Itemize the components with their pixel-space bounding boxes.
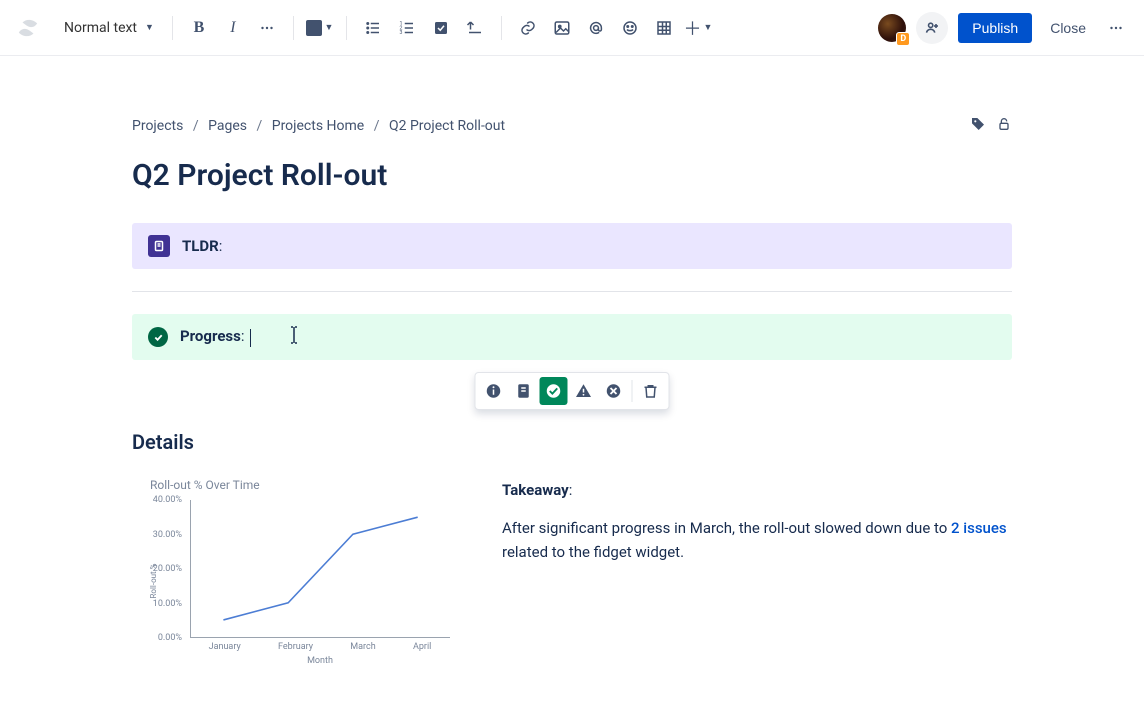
chart-y-tick: 30.00% xyxy=(146,530,182,540)
success-panel[interactable]: Progress: xyxy=(132,314,1012,360)
horizontal-rule xyxy=(132,291,1012,292)
text-style-label: Normal text xyxy=(64,20,137,36)
takeaway-text[interactable]: Takeaway: After significant progress in … xyxy=(502,464,1012,579)
separator xyxy=(293,16,294,40)
chart-y-tick: 20.00% xyxy=(146,564,182,574)
panel-type-note-button[interactable] xyxy=(510,377,538,405)
note-panel[interactable]: TLDR: xyxy=(132,223,1012,269)
chart[interactable]: Roll-out % Over Time Roll-out % JanuaryF… xyxy=(132,464,462,670)
restrictions-icon[interactable] xyxy=(996,116,1012,136)
separator xyxy=(346,16,347,40)
breadcrumb-item[interactable]: Pages xyxy=(208,118,247,134)
table-button[interactable] xyxy=(648,12,680,44)
panel-delete-button[interactable] xyxy=(637,377,665,405)
panel-type-info-button[interactable] xyxy=(480,377,508,405)
text-color-button[interactable]: ▼ xyxy=(304,12,336,44)
avatar-badge: D xyxy=(896,32,910,46)
separator xyxy=(501,16,502,40)
invite-button[interactable] xyxy=(916,12,948,44)
issues-link[interactable]: 2 issues xyxy=(951,519,1007,537)
more-formatting-button[interactable] xyxy=(251,12,283,44)
mention-button[interactable] xyxy=(580,12,612,44)
chart-y-tick: 40.00% xyxy=(146,495,182,505)
svg-text:3: 3 xyxy=(399,30,402,36)
breadcrumb: Projects / Pages / Projects Home / Q2 Pr… xyxy=(132,118,970,134)
emoji-button[interactable] xyxy=(614,12,646,44)
details-heading[interactable]: Details xyxy=(132,430,1012,454)
bullet-list-button[interactable] xyxy=(357,12,389,44)
breadcrumb-item[interactable]: Projects xyxy=(132,118,183,134)
panel-type-error-button[interactable] xyxy=(600,377,628,405)
breadcrumb-item[interactable]: Projects Home xyxy=(272,118,364,134)
indent-button[interactable] xyxy=(459,12,491,44)
chevron-down-icon: ▼ xyxy=(324,22,333,33)
page-title[interactable]: Q2 Project Roll-out xyxy=(132,158,1012,193)
insert-menu-button[interactable]: ＋ ▼ xyxy=(682,12,714,44)
user-avatar[interactable]: D xyxy=(878,14,906,42)
text-cursor-icon xyxy=(289,326,299,348)
bold-button[interactable]: B xyxy=(183,12,215,44)
italic-button[interactable]: I xyxy=(217,12,249,44)
page-content: Projects / Pages / Projects Home / Q2 Pr… xyxy=(112,56,1032,710)
color-swatch-icon xyxy=(306,20,322,36)
publish-button[interactable]: Publish xyxy=(958,13,1032,43)
chevron-down-icon: ▼ xyxy=(145,22,154,33)
editor-toolbar: Normal text ▼ B I ▼ 123 ＋ ▼ xyxy=(0,0,1144,56)
success-panel-text: Progress: xyxy=(180,327,251,346)
chart-y-tick: 0.00% xyxy=(146,633,182,643)
close-button[interactable]: Close xyxy=(1044,19,1092,37)
more-actions-button[interactable] xyxy=(1100,12,1132,44)
link-button[interactable] xyxy=(512,12,544,44)
chart-x-ticks: JanuaryFebruaryMarchApril xyxy=(190,642,450,652)
separator xyxy=(172,16,173,40)
chart-title: Roll-out % Over Time xyxy=(150,478,454,492)
task-list-button[interactable] xyxy=(425,12,457,44)
panel-type-success-button[interactable] xyxy=(540,377,568,405)
image-button[interactable] xyxy=(546,12,578,44)
note-panel-text: TLDR: xyxy=(182,237,222,255)
numbered-list-button[interactable]: 123 xyxy=(391,12,423,44)
confluence-logo-icon xyxy=(16,16,40,40)
note-icon xyxy=(148,235,170,257)
success-icon xyxy=(148,327,168,347)
chart-y-tick: 10.00% xyxy=(146,599,182,609)
text-style-select[interactable]: Normal text ▼ xyxy=(56,16,162,40)
chart-x-axis-label: Month xyxy=(190,656,450,666)
breadcrumb-item[interactable]: Q2 Project Roll-out xyxy=(389,118,505,134)
tag-icon[interactable] xyxy=(970,116,986,136)
chevron-down-icon: ▼ xyxy=(703,22,712,33)
panel-type-warning-button[interactable] xyxy=(570,377,598,405)
